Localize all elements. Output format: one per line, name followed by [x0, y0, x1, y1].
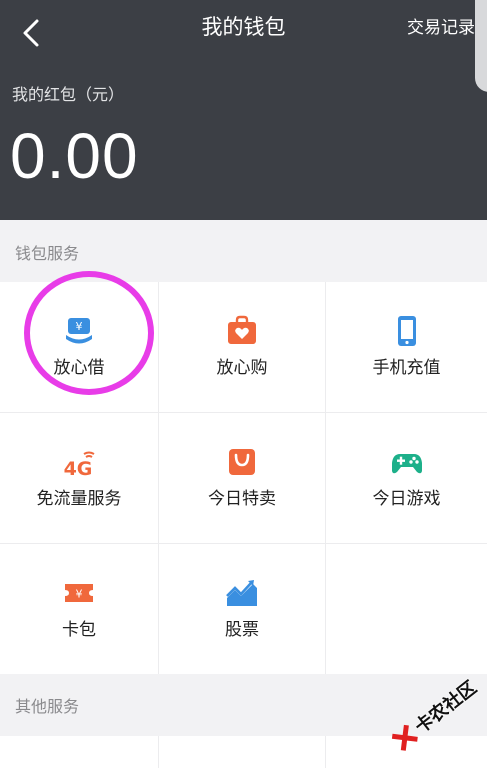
service-label: 今日游戏: [372, 489, 441, 509]
yuan-hand-icon: ¥: [61, 314, 97, 348]
service-label: 免流量服务: [36, 489, 122, 509]
service-label: 股票: [225, 620, 259, 640]
service-card-wallet[interactable]: ¥ 卡包: [0, 544, 158, 674]
service-fangxingou[interactable]: 放心购: [159, 282, 325, 412]
service-daily-games[interactable]: 今日游戏: [326, 413, 487, 543]
red-packet-label: 我的红包（元）: [12, 85, 125, 104]
watermark-text: 卡农社区: [411, 677, 481, 739]
wallet-services-title: 钱包服务: [15, 244, 80, 263]
scroll-handle[interactable]: [475, 0, 487, 92]
mobile-phone-icon: [389, 314, 425, 348]
other-services-title: 其他服务: [15, 697, 80, 716]
svg-text:¥: ¥: [76, 320, 83, 333]
wallet-services-grid: ¥ 放心借 放心购 手机充值 4G 免流量服务 今日特卖 今日游戏 ¥ 卡包 股…: [0, 282, 487, 674]
service-stocks[interactable]: 股票: [159, 544, 325, 674]
service-free-data[interactable]: 4G 免流量服务: [0, 413, 158, 543]
service-daily-sale[interactable]: 今日特卖: [159, 413, 325, 543]
shopping-bag-icon: [224, 445, 260, 479]
service-label: 今日特卖: [208, 489, 276, 509]
red-packet-balance: 0.00: [10, 120, 139, 192]
grid-divider: [325, 736, 326, 768]
4g-icon: 4G: [61, 445, 97, 479]
service-label: 放心借: [53, 358, 105, 378]
shopping-bag-heart-icon: [224, 314, 260, 348]
coupon-yuan-icon: ¥: [61, 576, 97, 610]
transaction-records-link[interactable]: 交易记录: [407, 14, 475, 42]
wallet-header: 我的钱包 交易记录 我的红包（元） 0.00: [0, 0, 487, 220]
svg-text:4G: 4G: [64, 458, 93, 479]
empty-cell: [326, 544, 487, 674]
service-mobile-recharge[interactable]: 手机充值: [326, 282, 487, 412]
service-label: 放心购: [216, 358, 268, 378]
svg-text:¥: ¥: [76, 588, 83, 601]
grid-divider: [158, 736, 159, 768]
service-label: 卡包: [62, 620, 96, 640]
stock-chart-icon: [224, 576, 260, 610]
service-fangxinjie[interactable]: ¥ 放心借: [0, 282, 158, 412]
service-label: 手机充值: [372, 358, 441, 378]
back-button[interactable]: [14, 16, 48, 50]
page-title: 我的钱包: [201, 15, 286, 39]
gamepad-icon: [389, 445, 425, 479]
chevron-left-icon: [23, 19, 39, 47]
